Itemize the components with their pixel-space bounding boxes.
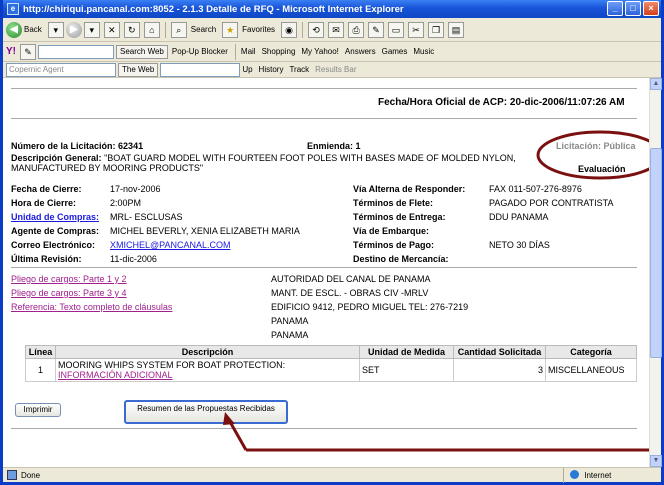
pencil-icon[interactable]: ✎ [20, 43, 36, 60]
security-zone: Internet [563, 468, 611, 483]
shopping-button[interactable]: Shopping [262, 47, 296, 56]
status-bar: Done Internet [3, 467, 661, 483]
results-bar-button[interactable]: Results Bar [315, 65, 356, 74]
search-icon[interactable]: ⌕ [170, 21, 187, 38]
annotation-arrow-line [227, 419, 248, 451]
history-button[interactable]: History [259, 65, 284, 74]
favorites-star-icon[interactable]: ★ [222, 21, 239, 38]
copernic-search-field[interactable] [160, 62, 241, 77]
vertical-scrollbar[interactable]: ▲ ▼ [649, 78, 662, 467]
annotation-overlay [223, 130, 649, 452]
yahoo-logo-icon[interactable]: Y! [6, 46, 16, 57]
history-icon[interactable]: ⟲ [308, 21, 325, 38]
copernic-toolbar: Copernic Agent The Web Up History Track … [3, 62, 661, 78]
my-yahoo-button[interactable]: My Yahoo! [301, 47, 339, 56]
back-arrow-icon[interactable]: ◀ [6, 21, 22, 38]
stop-icon[interactable]: ✕ [103, 21, 120, 38]
dropdown-arrow-icon[interactable]: ▾ [47, 21, 64, 38]
annotation-oval [536, 130, 649, 180]
yahoo-toolbar: Y! ✎ Search Web Pop-Up Blocker Mail Shop… [3, 42, 661, 62]
search-web-button[interactable]: Search Web [116, 44, 168, 59]
dropdown-arrow-icon[interactable]: ▾ [83, 21, 100, 38]
search-button[interactable]: Search [191, 25, 216, 34]
title-bar: e http://chiriqui.pancanal.com:8052 - 2.… [3, 0, 661, 18]
ie-icon: e [7, 3, 19, 15]
window-title: http://chiriqui.pancanal.com:8052 - 2.1.… [23, 3, 404, 15]
music-button[interactable]: Music [413, 47, 434, 56]
scroll-down-icon[interactable]: ▼ [650, 455, 662, 467]
refresh-icon[interactable]: ↻ [123, 21, 140, 38]
cut-icon[interactable]: ✂ [408, 21, 425, 38]
minimize-button[interactable]: _ [607, 1, 623, 16]
answers-button[interactable]: Answers [345, 47, 376, 56]
mail-button[interactable]: Mail [241, 47, 256, 56]
standard-toolbar: ◀ Back ▾ ▶ ▾ ✕ ↻ ⌂ ⌕ Search ★ Favorites … [3, 18, 661, 42]
favorites-button[interactable]: Favorites [242, 25, 275, 34]
browser-window: e http://chiriqui.pancanal.com:8052 - 2.… [0, 0, 664, 485]
games-button[interactable]: Games [382, 47, 408, 56]
status-text: Done [21, 470, 41, 480]
zone-label: Internet [584, 471, 612, 480]
home-icon[interactable]: ⌂ [143, 21, 160, 38]
popup-blocker-button[interactable]: Pop-Up Blocker [172, 47, 228, 56]
internet-globe-icon [570, 470, 579, 479]
copernic-agent-input[interactable]: Copernic Agent [6, 62, 116, 77]
track-button[interactable]: Track [289, 65, 309, 74]
up-button[interactable]: Up [242, 65, 252, 74]
mail-icon[interactable]: ✉ [328, 21, 345, 38]
print-icon[interactable]: ⎙ [348, 21, 365, 38]
paste-icon[interactable]: ▤ [448, 21, 465, 38]
scroll-thumb[interactable] [650, 148, 662, 358]
edit-icon[interactable]: ✎ [368, 21, 385, 38]
close-button[interactable]: × [643, 1, 659, 16]
copy-icon[interactable]: ❐ [428, 21, 445, 38]
maximize-button[interactable]: □ [625, 1, 641, 16]
page-viewport: Fecha/Hora Oficial de ACP: 20-dic-2006/1… [3, 78, 649, 467]
page-done-icon [7, 470, 17, 480]
scroll-up-icon[interactable]: ▲ [650, 78, 662, 90]
annotation-arrowhead [223, 412, 235, 425]
the-web-button[interactable]: The Web [118, 62, 159, 77]
forward-arrow-icon[interactable]: ▶ [65, 21, 82, 38]
media-icon[interactable]: ◉ [281, 21, 298, 38]
back-button[interactable]: Back [24, 25, 42, 34]
folder-icon[interactable]: ▭ [388, 21, 405, 38]
yahoo-search-input[interactable] [38, 44, 114, 59]
